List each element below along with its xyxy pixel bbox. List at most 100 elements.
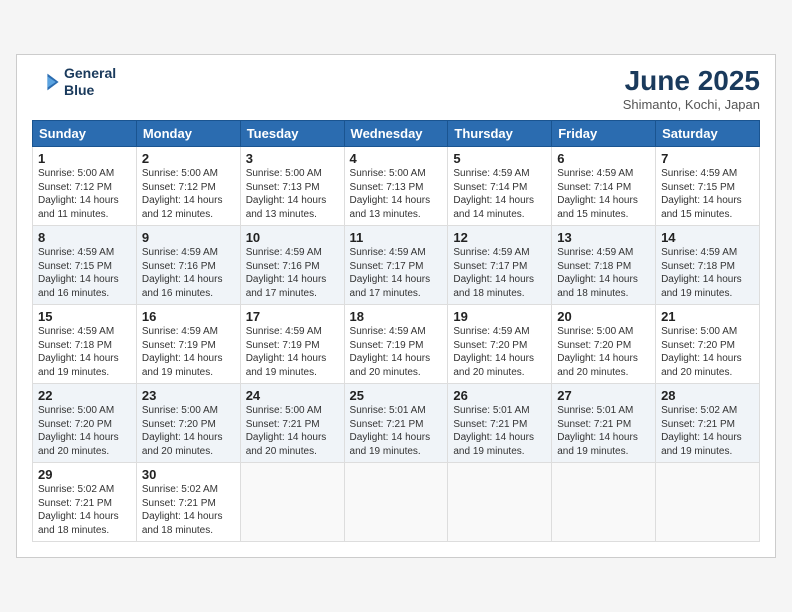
location: Shimanto, Kochi, Japan: [623, 97, 760, 112]
calendar-cell: 2Sunrise: 5:00 AMSunset: 7:12 PMDaylight…: [136, 147, 240, 226]
cell-info: Sunrise: 5:02 AMSunset: 7:21 PMDaylight:…: [142, 483, 235, 537]
calendar-cell: 7Sunrise: 4:59 AMSunset: 7:15 PMDaylight…: [656, 147, 760, 226]
weekday-header-monday: Monday: [136, 121, 240, 147]
calendar-cell: 25Sunrise: 5:01 AMSunset: 7:21 PMDayligh…: [344, 384, 448, 463]
day-number: 30: [142, 467, 235, 482]
calendar-tbody: 1 Sunrise: 5:00 AMSunset: 7:12 PMDaylight…: [33, 147, 760, 542]
weekday-header-wednesday: Wednesday: [344, 121, 448, 147]
weekday-header-row: SundayMondayTuesdayWednesdayThursdayFrid…: [33, 121, 760, 147]
day-number: 6: [557, 151, 650, 166]
cell-info: Sunrise: 5:00 AMSunset: 7:20 PMDaylight:…: [661, 325, 754, 379]
cell-info: Sunrise: 5:00 AMSunset: 7:12 PMDaylight:…: [142, 167, 235, 221]
cell-info: Sunrise: 5:00 AMSunset: 7:13 PMDaylight:…: [350, 167, 443, 221]
cell-info: Sunrise: 4:59 AMSunset: 7:19 PMDaylight:…: [350, 325, 443, 379]
weekday-header-saturday: Saturday: [656, 121, 760, 147]
day-number: 3: [246, 151, 339, 166]
cell-info: Sunrise: 4:59 AMSunset: 7:14 PMDaylight:…: [453, 167, 546, 221]
cell-info: Sunrise: 5:02 AMSunset: 7:21 PMDaylight:…: [38, 483, 131, 537]
calendar-cell: 12Sunrise: 4:59 AMSunset: 7:17 PMDayligh…: [448, 226, 552, 305]
calendar-row: 15Sunrise: 4:59 AMSunset: 7:18 PMDayligh…: [33, 305, 760, 384]
cell-info: Sunrise: 4:59 AMSunset: 7:14 PMDaylight:…: [557, 167, 650, 221]
calendar-cell: [552, 463, 656, 542]
day-number: 22: [38, 388, 131, 403]
day-number: 21: [661, 309, 754, 324]
day-number: 16: [142, 309, 235, 324]
calendar-cell: 28Sunrise: 5:02 AMSunset: 7:21 PMDayligh…: [656, 384, 760, 463]
cell-info: Sunrise: 4:59 AMSunset: 7:19 PMDaylight:…: [246, 325, 339, 379]
logo: General Blue: [32, 65, 116, 99]
day-number: 19: [453, 309, 546, 324]
day-number: 8: [38, 230, 131, 245]
day-number: 2: [142, 151, 235, 166]
day-number: 24: [246, 388, 339, 403]
calendar-cell: 8Sunrise: 4:59 AMSunset: 7:15 PMDaylight…: [33, 226, 137, 305]
weekday-header-tuesday: Tuesday: [240, 121, 344, 147]
cell-info: Sunrise: 5:01 AMSunset: 7:21 PMDaylight:…: [557, 404, 650, 458]
calendar-cell: 23Sunrise: 5:00 AMSunset: 7:20 PMDayligh…: [136, 384, 240, 463]
calendar-cell: 6Sunrise: 4:59 AMSunset: 7:14 PMDaylight…: [552, 147, 656, 226]
day-number: 17: [246, 309, 339, 324]
calendar-row: 22Sunrise: 5:00 AMSunset: 7:20 PMDayligh…: [33, 384, 760, 463]
weekday-header-friday: Friday: [552, 121, 656, 147]
calendar-cell: [344, 463, 448, 542]
calendar-cell: 1Sunrise: 5:00 AMSunset: 7:12 PMDaylight…: [33, 147, 137, 226]
logo-text: General Blue: [64, 65, 116, 99]
day-number: 23: [142, 388, 235, 403]
day-number: 12: [453, 230, 546, 245]
day-number: 1: [38, 151, 131, 166]
calendar-cell: 27Sunrise: 5:01 AMSunset: 7:21 PMDayligh…: [552, 384, 656, 463]
day-number: 7: [661, 151, 754, 166]
weekday-header-sunday: Sunday: [33, 121, 137, 147]
calendar-cell: [448, 463, 552, 542]
day-number: 25: [350, 388, 443, 403]
cell-info: Sunrise: 4:59 AMSunset: 7:17 PMDaylight:…: [453, 246, 546, 300]
calendar-cell: 29Sunrise: 5:02 AMSunset: 7:21 PMDayligh…: [33, 463, 137, 542]
day-number: 29: [38, 467, 131, 482]
cell-info: Sunrise: 5:02 AMSunset: 7:21 PMDaylight:…: [661, 404, 754, 458]
cell-info: Sunrise: 4:59 AMSunset: 7:18 PMDaylight:…: [557, 246, 650, 300]
day-number: 13: [557, 230, 650, 245]
cell-info: Sunrise: 5:00 AMSunset: 7:21 PMDaylight:…: [246, 404, 339, 458]
calendar-row: 1 Sunrise: 5:00 AMSunset: 7:12 PMDaylight…: [33, 147, 760, 226]
calendar-cell: 13Sunrise: 4:59 AMSunset: 7:18 PMDayligh…: [552, 226, 656, 305]
calendar-cell: [240, 463, 344, 542]
cell-info: Sunrise: 5:00 AMSunset: 7:20 PMDaylight:…: [38, 404, 131, 458]
day-number: 11: [350, 230, 443, 245]
calendar-cell: 22Sunrise: 5:00 AMSunset: 7:20 PMDayligh…: [33, 384, 137, 463]
cell-info: Sunrise: 4:59 AMSunset: 7:18 PMDaylight:…: [38, 325, 131, 379]
calendar-table: SundayMondayTuesdayWednesdayThursdayFrid…: [32, 120, 760, 542]
cell-info: Sunrise: 4:59 AMSunset: 7:18 PMDaylight:…: [661, 246, 754, 300]
cell-info: Sunrise: 5:00 AMSunset: 7:20 PMDaylight:…: [557, 325, 650, 379]
day-number: 15: [38, 309, 131, 324]
day-number: 4: [350, 151, 443, 166]
calendar-cell: 16Sunrise: 4:59 AMSunset: 7:19 PMDayligh…: [136, 305, 240, 384]
cell-info: Sunrise: 4:59 AMSunset: 7:16 PMDaylight:…: [246, 246, 339, 300]
day-number: 28: [661, 388, 754, 403]
day-number: 5: [453, 151, 546, 166]
calendar-cell: 3Sunrise: 5:00 AMSunset: 7:13 PMDaylight…: [240, 147, 344, 226]
calendar-cell: 10Sunrise: 4:59 AMSunset: 7:16 PMDayligh…: [240, 226, 344, 305]
cell-info: Sunrise: 5:00 AMSunset: 7:13 PMDaylight:…: [246, 167, 339, 221]
calendar-cell: 15Sunrise: 4:59 AMSunset: 7:18 PMDayligh…: [33, 305, 137, 384]
calendar-cell: 11Sunrise: 4:59 AMSunset: 7:17 PMDayligh…: [344, 226, 448, 305]
calendar-cell: 26Sunrise: 5:01 AMSunset: 7:21 PMDayligh…: [448, 384, 552, 463]
day-number: 18: [350, 309, 443, 324]
logo-icon: [32, 68, 60, 96]
cell-info: Sunrise: 4:59 AMSunset: 7:20 PMDaylight:…: [453, 325, 546, 379]
cell-info: Sunrise: 4:59 AMSunset: 7:15 PMDaylight:…: [661, 167, 754, 221]
day-number: 26: [453, 388, 546, 403]
day-number: 20: [557, 309, 650, 324]
calendar-cell: 4Sunrise: 5:00 AMSunset: 7:13 PMDaylight…: [344, 147, 448, 226]
cell-info: Sunrise: 4:59 AMSunset: 7:17 PMDaylight:…: [350, 246, 443, 300]
day-number: 14: [661, 230, 754, 245]
weekday-header-thursday: Thursday: [448, 121, 552, 147]
calendar-row: 29Sunrise: 5:02 AMSunset: 7:21 PMDayligh…: [33, 463, 760, 542]
month-title: June 2025: [623, 65, 760, 97]
calendar-thead: SundayMondayTuesdayWednesdayThursdayFrid…: [33, 121, 760, 147]
cell-info: Sunrise: 5:00 AMSunset: 7:20 PMDaylight:…: [142, 404, 235, 458]
day-number: 10: [246, 230, 339, 245]
calendar-cell: 19Sunrise: 4:59 AMSunset: 7:20 PMDayligh…: [448, 305, 552, 384]
cell-info: Sunrise: 5:01 AMSunset: 7:21 PMDaylight:…: [453, 404, 546, 458]
cell-info: Sunrise: 4:59 AMSunset: 7:19 PMDaylight:…: [142, 325, 235, 379]
calendar-cell: 18Sunrise: 4:59 AMSunset: 7:19 PMDayligh…: [344, 305, 448, 384]
